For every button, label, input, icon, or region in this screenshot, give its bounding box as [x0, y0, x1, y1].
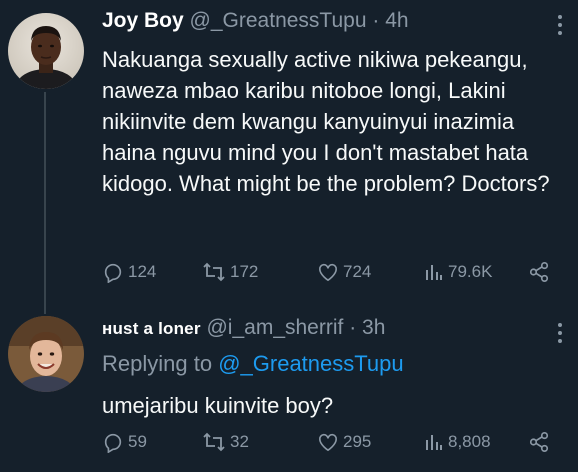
share-icon [529, 432, 549, 452]
more-icon[interactable] [556, 14, 564, 36]
like-button[interactable]: 295 [317, 428, 371, 456]
author-handle[interactable]: @i_am_sherrif [206, 316, 343, 339]
views-icon [426, 265, 442, 280]
reply-icon [104, 433, 122, 453]
tweet-text: Nakuanga sexually active nikiwa pekeangu… [102, 47, 550, 196]
author-handle[interactable]: @_GreatnessTupu [190, 9, 367, 32]
tweet-header: Joy Boy @_GreatnessTupu · 4h [102, 8, 409, 34]
retweet-count: 172 [230, 262, 259, 281]
tweet-actions: 59 32 295 8,808 [102, 428, 562, 458]
timestamp[interactable]: 3h [362, 316, 385, 339]
share-icon [529, 262, 549, 282]
reply-button[interactable]: 124 [102, 258, 156, 286]
views-button[interactable]: 8,808 [424, 428, 491, 456]
views-count: 79.6K [448, 262, 493, 281]
replying-to-label: Replying to [102, 351, 213, 376]
replying-to: Replying to @_GreatnessTupu [102, 350, 404, 378]
like-count: 295 [343, 432, 372, 451]
like-icon [319, 263, 337, 282]
like-icon [319, 433, 337, 452]
more-icon[interactable] [556, 322, 564, 344]
share-button[interactable] [528, 428, 550, 456]
avatar[interactable] [8, 13, 84, 89]
reply-count: 59 [128, 432, 147, 451]
tweet-text: umejaribu kuinvite boy? [102, 393, 334, 418]
timestamp[interactable]: 4h [385, 9, 408, 32]
reply-icon [104, 263, 122, 283]
thread-connector-line [44, 92, 46, 314]
views-count: 8,808 [448, 432, 491, 451]
separator-dot: · [372, 9, 380, 32]
mention-link[interactable]: @_GreatnessTupu [218, 351, 403, 376]
share-button[interactable] [528, 258, 550, 286]
avatar[interactable] [8, 316, 84, 392]
tweet-header: ʜust a loner @i_am_sherrif · 3h [102, 315, 385, 342]
reply-count: 124 [128, 262, 157, 281]
views-icon [426, 435, 442, 450]
retweet-icon [203, 432, 225, 452]
views-button[interactable]: 79.6K [424, 258, 492, 286]
retweet-count: 32 [230, 432, 249, 451]
retweet-button[interactable]: 172 [202, 258, 258, 286]
retweet-icon [203, 262, 225, 282]
like-count: 724 [343, 262, 372, 281]
retweet-button[interactable]: 32 [202, 428, 249, 456]
author-name[interactable]: ʜust a loner [102, 319, 201, 338]
tweet-actions: 124 172 724 79.6K [102, 258, 562, 288]
separator-dot: · [349, 316, 357, 339]
like-button[interactable]: 724 [317, 258, 371, 286]
reply-button[interactable]: 59 [102, 428, 147, 456]
author-name[interactable]: Joy Boy [102, 9, 184, 32]
